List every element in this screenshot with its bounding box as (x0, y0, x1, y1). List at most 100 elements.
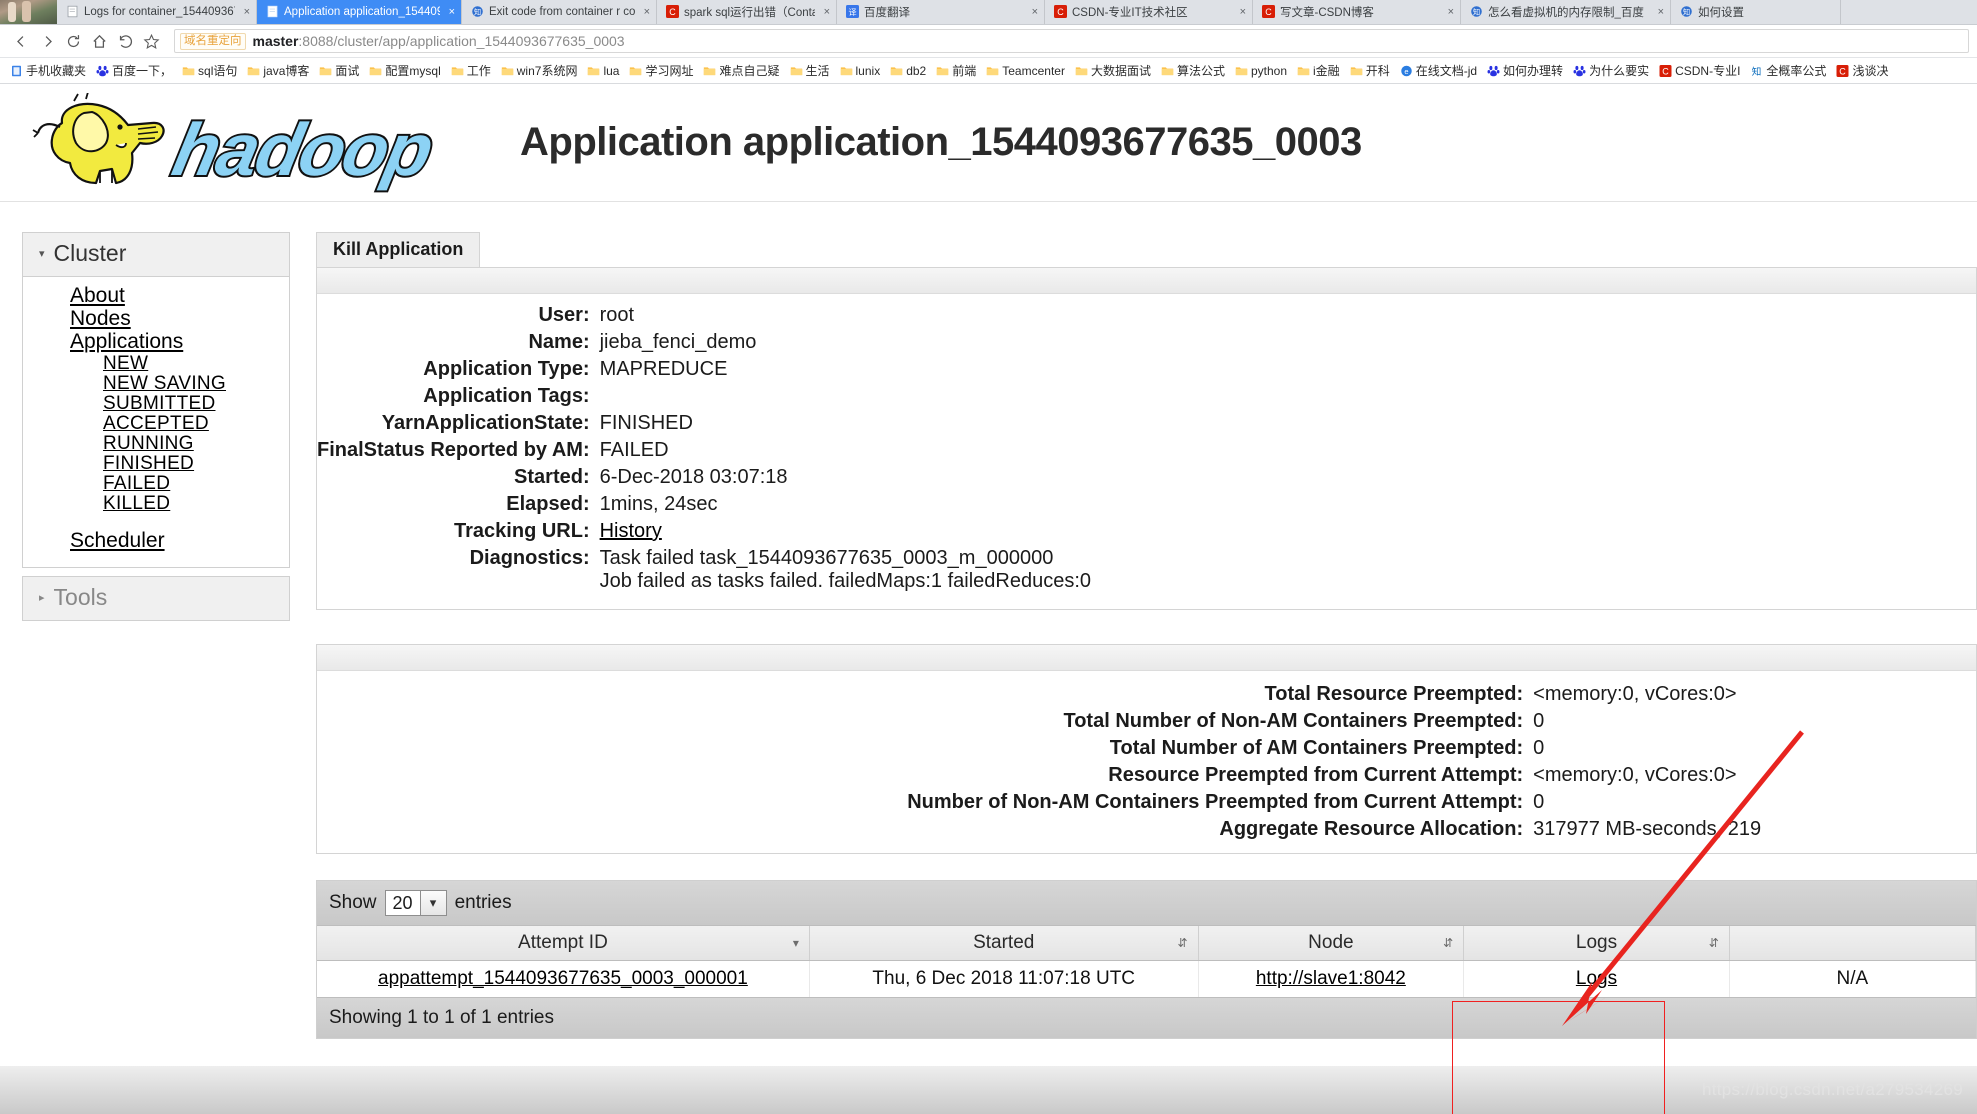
bookmark-item[interactable]: 算法公式 (1156, 62, 1230, 79)
browser-tab-9[interactable]: 知 如何设置 (1671, 0, 1841, 24)
bookmark-item[interactable]: 工作 (446, 62, 496, 79)
star-icon (143, 33, 159, 49)
bookmark-item[interactable]: Teamcenter (981, 64, 1070, 78)
tab-close-icon[interactable]: × (445, 6, 455, 18)
sidebar-item-nodes[interactable]: Nodes (23, 307, 289, 330)
browser-tab-4[interactable]: C spark sql运行出错（Container × (657, 0, 837, 24)
tab-close-icon[interactable]: × (640, 6, 650, 18)
bookmark-item[interactable]: 前端 (931, 62, 981, 79)
bookmark-item[interactable]: 百度一下， (91, 62, 177, 79)
svg-text:C: C (1057, 7, 1064, 17)
bookmark-item[interactable]: 学习网址 (624, 62, 698, 79)
bookmark-item[interactable]: C 浅谈决 (1831, 62, 1893, 79)
bookmark-button[interactable] (138, 28, 164, 54)
bookmark-label: java博客 (263, 64, 310, 78)
bookmark-item[interactable]: python (1230, 64, 1292, 78)
column-header-logs[interactable]: Logs ⇵ (1463, 926, 1730, 961)
page-size-select[interactable]: 20 ▾ (384, 890, 447, 916)
column-header-node[interactable]: Node ⇵ (1198, 926, 1465, 961)
folder-icon (840, 66, 852, 75)
sidebar-section-tools[interactable]: ▸ Tools (22, 575, 290, 621)
bookmark-item[interactable]: lua (582, 64, 624, 78)
page-title: Application application_1544093677635_00… (520, 120, 1362, 164)
bookmark-item[interactable]: 面试 (314, 62, 364, 79)
bookmark-label: lua (603, 63, 620, 78)
blue-site-icon: 知 (1681, 6, 1692, 17)
sidebar-item-new[interactable]: NEW (23, 354, 289, 374)
tab-close-icon[interactable]: × (1236, 6, 1246, 18)
browser-tab-6[interactable]: C CSDN-专业IT技术社区 × (1045, 0, 1253, 24)
browser-tab-7[interactable]: C 写文章-CSDN博客 × (1253, 0, 1461, 24)
action-tabbar: Kill Application (316, 232, 1977, 267)
browser-tab-5[interactable]: 译 百度翻译 × (837, 0, 1045, 24)
bookmark-item[interactable]: db2 (885, 64, 931, 78)
folder-icon (320, 66, 332, 75)
column-header-attempt-id[interactable]: Attempt ID ▾ (317, 926, 810, 961)
folder-icon (1075, 66, 1088, 75)
sidebar-item-scheduler[interactable]: Scheduler (23, 529, 289, 552)
bookmark-item[interactable]: sql语句 (177, 62, 242, 79)
bookmark-item[interactable]: 大数据面试 (1070, 62, 1156, 79)
browser-tab-1[interactable]: Logs for container_1544093677635_0001_01… (57, 0, 257, 24)
node-link[interactable]: http://slave1:8042 (1256, 968, 1406, 989)
tab-close-icon[interactable]: × (1654, 6, 1664, 18)
sidebar-item-killed[interactable]: KILLED (23, 493, 289, 514)
application-details-table: User: root Name: jieba_fenci_demo Applic… (317, 294, 1976, 609)
sidebar-item-failed[interactable]: FAILED (23, 473, 289, 494)
browser-tab-8[interactable]: 知 怎么看虚拟机的内存限制_百度 × (1461, 0, 1671, 24)
bookmark-item[interactable]: 配置mysql (364, 62, 445, 79)
bookmark-item[interactable]: win7系统网 (496, 62, 583, 79)
sidebar-section-title: Cluster (53, 240, 127, 266)
bookmark-item[interactable]: C CSDN-专业I (1654, 62, 1745, 79)
detail-value (600, 383, 1976, 410)
reload-button[interactable] (60, 28, 86, 54)
sidebar-item-accepted[interactable]: ACCEPTED (23, 414, 289, 434)
bookmark-label: 为什么要实 (1589, 64, 1650, 78)
history-button[interactable] (112, 28, 138, 54)
bookmark-item[interactable]: 如何办理转 (1482, 62, 1568, 79)
bookmark-item[interactable]: 知全概率公式 (1745, 62, 1831, 79)
svg-text:hadoop: hadoop (166, 108, 439, 191)
bookmark-item[interactable]: 为什么要实 (1568, 62, 1654, 79)
tracking-url-link[interactable]: History (600, 520, 662, 542)
bookmark-item[interactable]: 难点自己疑 (698, 62, 784, 79)
sidebar-item-about[interactable]: About (23, 284, 289, 307)
bookmark-label: i金融 (1313, 64, 1340, 78)
attempt-id-link[interactable]: appattempt_1544093677635_0003_000001 (378, 968, 748, 989)
sidebar-section-cluster[interactable]: ▾ Cluster (22, 232, 290, 277)
bookmark-item[interactable]: 生活 (785, 62, 835, 79)
bookmark-item[interactable]: 手机收藏夹 (5, 62, 91, 79)
tab-close-icon[interactable]: × (240, 6, 250, 18)
sidebar-item-submitted[interactable]: SUBMITTED (23, 394, 289, 414)
forward-button[interactable] (34, 28, 60, 54)
tab-close-icon[interactable]: × (1444, 6, 1454, 18)
detail-value: 6-Dec-2018 03:07:18 (599, 466, 788, 488)
browser-tab-2[interactable]: Application application_1544093677635_00… (257, 0, 462, 24)
panel-spacer (316, 854, 1977, 880)
bookmark-item[interactable]: i金融 (1292, 62, 1345, 79)
bookmark-item[interactable]: 开科 (1345, 62, 1395, 79)
sort-both-icon: ⇵ (1177, 936, 1188, 950)
bookmark-item[interactable]: java博客 (242, 62, 314, 79)
logs-link[interactable]: Logs (1576, 968, 1617, 989)
detail-row-yarn-application-state: YarnApplicationState: FINISHED (317, 410, 1976, 437)
kill-application-tab[interactable]: Kill Application (316, 232, 481, 267)
sidebar-item-applications[interactable]: Applications (23, 331, 289, 353)
back-button[interactable] (8, 28, 34, 54)
sidebar-item-running[interactable]: RUNNING (23, 433, 289, 454)
bookmark-item[interactable]: lunix (835, 64, 886, 78)
tab-close-icon[interactable]: × (1028, 6, 1038, 18)
sidebar-item-finished[interactable]: FINISHED (23, 453, 289, 474)
profile-avatar[interactable] (0, 0, 57, 24)
column-header-started[interactable]: Started ⇵ (809, 926, 1199, 961)
tab-close-icon[interactable]: × (820, 6, 830, 18)
bookmark-label: python (1250, 63, 1288, 78)
sidebar-item-new-saving[interactable]: NEW SAVING (23, 374, 289, 394)
browser-tab-3[interactable]: 知 Exit code from container r con × (462, 0, 657, 24)
chevron-down-icon: ▾ (39, 248, 45, 260)
chevron-down-icon: ▾ (419, 891, 446, 915)
address-bar[interactable]: 域名重定向 master:8088/cluster/app/applicatio… (174, 29, 1969, 53)
column-header-extra[interactable] (1729, 926, 1977, 961)
home-button[interactable] (86, 28, 112, 54)
bookmark-item[interactable]: e 在线文档-jd (1395, 62, 1482, 79)
